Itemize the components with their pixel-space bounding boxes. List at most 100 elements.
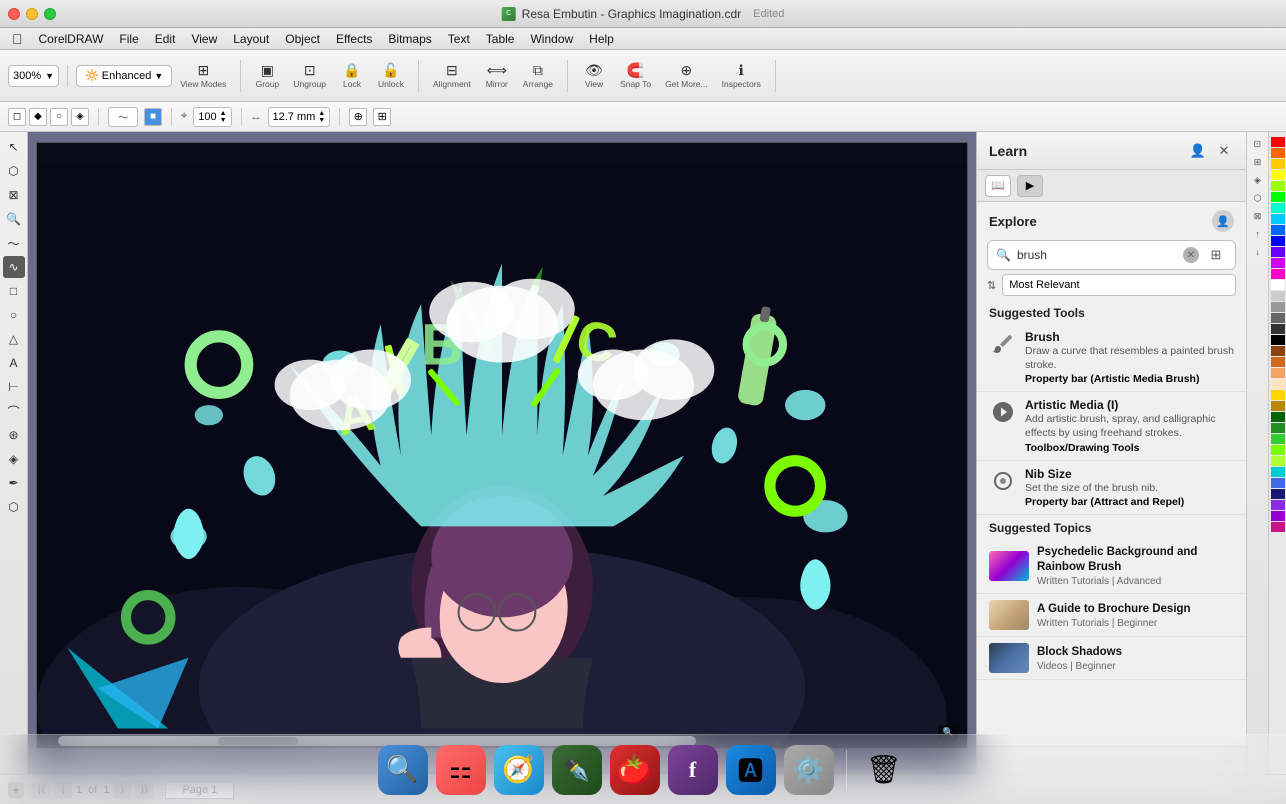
alignment-button[interactable]: ⊟ Alignment xyxy=(427,60,477,92)
size-value-control[interactable]: 12.7 mm ▲▼ xyxy=(268,107,331,127)
color-swatch[interactable] xyxy=(1271,148,1285,158)
tool-shape-btn[interactable]: ◻ xyxy=(8,108,26,126)
search-clear-button[interactable]: ✕ xyxy=(1183,247,1199,263)
color-swatch[interactable] xyxy=(1271,280,1285,290)
traffic-lights[interactable] xyxy=(8,8,56,20)
crop-tool[interactable]: ⊠ xyxy=(3,184,25,206)
color-swatch[interactable] xyxy=(1271,302,1285,312)
menu-coreldraw[interactable]: CorelDRAW xyxy=(31,30,112,48)
sort-select[interactable]: Most Relevant Newest Oldest A-Z xyxy=(1002,274,1236,296)
curve-type[interactable]: 〜 xyxy=(108,107,138,127)
explore-community-icon[interactable]: 👤 xyxy=(1212,210,1234,232)
rect-tool[interactable]: □ xyxy=(3,280,25,302)
group-button[interactable]: ▣ Group xyxy=(249,60,285,92)
color-swatch[interactable] xyxy=(1271,324,1285,334)
size-stepper[interactable]: ▲▼ xyxy=(318,110,325,124)
dock-quill[interactable]: ✒️ xyxy=(552,745,602,795)
zoom-control[interactable]: 300% ▼ xyxy=(8,65,59,87)
dock-trash[interactable]: 🗑 xyxy=(859,745,909,795)
tab-video[interactable]: ▶ xyxy=(1017,175,1043,197)
color-swatch[interactable] xyxy=(1271,379,1285,389)
color-swatch[interactable] xyxy=(1271,489,1285,499)
edge-icon-2[interactable]: ⊞ xyxy=(1250,154,1266,170)
select-tool[interactable]: ↖ xyxy=(3,136,25,158)
tool-item-artistic-media[interactable]: Artistic Media (I) Add artistic brush, s… xyxy=(977,392,1246,460)
curve-tool[interactable]: 〜 xyxy=(3,232,25,254)
user-add-icon[interactable]: 👤 xyxy=(1188,141,1208,161)
snap-to-button[interactable]: 🧲 Snap To xyxy=(614,60,657,92)
color-swatch[interactable] xyxy=(1271,467,1285,477)
color-swatch[interactable] xyxy=(1271,390,1285,400)
curve-color[interactable]: ■ xyxy=(144,108,162,126)
color-swatch[interactable] xyxy=(1271,401,1285,411)
edge-icon-4[interactable]: ⬡ xyxy=(1250,190,1266,206)
mirror-button[interactable]: ⟺ Mirror xyxy=(479,60,515,92)
color-swatch[interactable] xyxy=(1271,445,1285,455)
menu-table[interactable]: Table xyxy=(478,30,523,48)
topic-item-block-shadows[interactable]: Block Shadows Videos | Beginner xyxy=(977,637,1246,680)
lock-button[interactable]: 🔒 Lock xyxy=(334,60,370,92)
zoom-dropdown-icon[interactable]: ▼ xyxy=(45,71,54,81)
menu-view[interactable]: View xyxy=(183,30,225,48)
ungroup-button[interactable]: ⊡ Ungroup xyxy=(287,60,332,92)
ellipse-tool[interactable]: ○ xyxy=(3,304,25,326)
effects-tool[interactable]: ⊛ xyxy=(3,424,25,446)
tool-shape-btn4[interactable]: ◈ xyxy=(71,108,89,126)
edge-icon-3[interactable]: ◈ xyxy=(1250,172,1266,188)
arrange-button[interactable]: ⧉ Arrange xyxy=(517,60,559,92)
color-swatch[interactable] xyxy=(1271,478,1285,488)
menu-help[interactable]: Help xyxy=(581,30,622,48)
eyedropper-tool[interactable]: ✒ xyxy=(3,472,25,494)
color-swatch[interactable] xyxy=(1271,214,1285,224)
node-tool[interactable]: ⬡ xyxy=(3,160,25,182)
dock-system-prefs[interactable]: ⚙️ xyxy=(784,745,834,795)
edge-icon-7[interactable]: ↓ xyxy=(1250,244,1266,260)
color-swatch[interactable] xyxy=(1271,511,1285,521)
color-swatch[interactable] xyxy=(1271,357,1285,367)
close-button[interactable] xyxy=(8,8,20,20)
color-swatch[interactable] xyxy=(1271,522,1285,532)
color-swatch[interactable] xyxy=(1271,137,1285,147)
get-more-button[interactable]: ⊕ Get More... xyxy=(659,60,714,92)
view-modes-button[interactable]: ⊞ View Modes xyxy=(174,60,232,92)
menu-layout[interactable]: Layout xyxy=(225,30,277,48)
tool-item-nib-size[interactable]: Nib Size Set the size of the brush nib. … xyxy=(977,461,1246,516)
color-swatch[interactable] xyxy=(1271,192,1285,202)
text-tool[interactable]: A xyxy=(3,352,25,374)
menu-bitmaps[interactable]: Bitmaps xyxy=(380,30,439,48)
color-swatch[interactable] xyxy=(1271,203,1285,213)
color-swatch[interactable] xyxy=(1271,181,1285,191)
color-swatch[interactable] xyxy=(1271,159,1285,169)
color-swatch[interactable] xyxy=(1271,456,1285,466)
search-filter-icon[interactable]: ⊞ xyxy=(1205,244,1227,266)
color-swatch[interactable] xyxy=(1271,291,1285,301)
close-learn-icon[interactable]: ✕ xyxy=(1214,141,1234,161)
dock-appstore[interactable]: 🅰 xyxy=(726,745,776,795)
color-swatch[interactable] xyxy=(1271,346,1285,356)
tool-shape-btn3[interactable]: ○ xyxy=(50,108,68,126)
maximize-button[interactable] xyxy=(44,8,56,20)
learn-panel-scroll[interactable]: Explore 👤 🔍 ✕ ⊞ ⇅ Most Relevant Newest xyxy=(977,202,1246,746)
color-swatch[interactable] xyxy=(1271,269,1285,279)
zoom-tool[interactable]: 🔍 xyxy=(3,208,25,230)
polygon-tool[interactable]: △ xyxy=(3,328,25,350)
transparency-tool[interactable]: ◈ xyxy=(3,448,25,470)
color-swatch[interactable] xyxy=(1271,225,1285,235)
enhanced-button[interactable]: 🔆 Enhanced ▼ xyxy=(76,65,172,87)
tab-book[interactable]: 📖 xyxy=(985,175,1011,197)
tool-shape-btn2[interactable]: ◆ xyxy=(29,108,47,126)
menu-file[interactable]: File xyxy=(111,30,146,48)
color-swatch[interactable] xyxy=(1271,258,1285,268)
nib-value-control[interactable]: 100 ▲▼ xyxy=(193,107,231,127)
color-swatch[interactable] xyxy=(1271,368,1285,378)
menu-object[interactable]: Object xyxy=(277,30,328,48)
apple-menu[interactable]:  xyxy=(4,29,31,49)
menu-text[interactable]: Text xyxy=(440,30,478,48)
color-swatch[interactable] xyxy=(1271,170,1285,180)
topic-item-psychedelic[interactable]: Psychedelic Background and Rainbow Brush… xyxy=(977,539,1246,594)
edge-icon-6[interactable]: ↑ xyxy=(1250,226,1266,242)
edge-icon-5[interactable]: ⊠ xyxy=(1250,208,1266,224)
canvas-area[interactable]: A B C xyxy=(28,132,976,774)
dimension-tool[interactable]: ⊢ xyxy=(3,376,25,398)
color-swatch[interactable] xyxy=(1271,423,1285,433)
